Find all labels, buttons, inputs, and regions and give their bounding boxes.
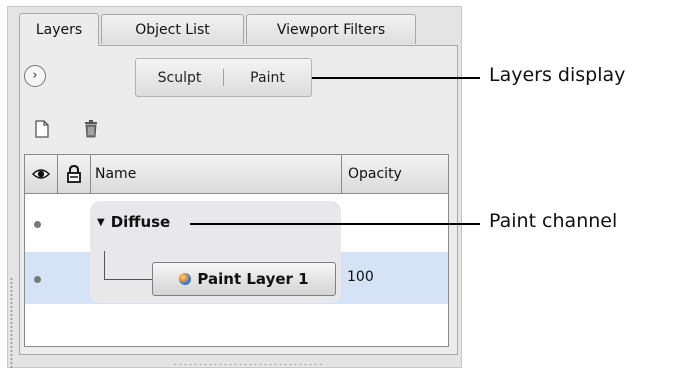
tree-line — [104, 279, 152, 280]
callout-line — [312, 77, 480, 79]
visibility-dot[interactable] — [34, 221, 41, 228]
callout-paint-channel: Paint channel — [489, 210, 618, 232]
paint-button[interactable]: Paint — [224, 59, 311, 96]
new-document-icon[interactable] — [33, 119, 51, 139]
layer-name-button[interactable]: Paint Layer 1 — [152, 262, 336, 296]
sculpt-button[interactable]: Sculpt — [136, 59, 223, 96]
resize-grip-bottom[interactable] — [173, 363, 323, 367]
tab-object-list[interactable]: Object List — [101, 14, 244, 44]
resize-grip-left[interactable] — [10, 277, 13, 369]
callout-line — [190, 223, 480, 225]
channel-name: Diffuse — [110, 213, 171, 231]
callout-layers-display: Layers display — [489, 64, 626, 86]
eye-icon — [32, 169, 50, 179]
lock-icon — [67, 165, 81, 183]
name-column-header[interactable]: Name — [91, 155, 342, 193]
opacity-column-header[interactable]: Opacity — [342, 155, 449, 193]
visibility-dot[interactable] — [34, 276, 41, 283]
table-header: Name Opacity — [25, 155, 448, 194]
layer-table: Name Opacity ▼ Diffuse Paint Layer 1 100 — [24, 154, 449, 347]
lock-column-header[interactable] — [58, 155, 91, 193]
layer-name: Paint Layer 1 — [197, 270, 309, 288]
tab-layers[interactable]: Layers — [19, 13, 99, 46]
tree-line — [104, 251, 105, 280]
chevron-right-circle-icon[interactable]: › — [24, 65, 46, 87]
opacity-value[interactable]: 100 — [347, 269, 374, 285]
sculpt-paint-toggle: Sculpt Paint — [135, 58, 312, 97]
paint-sphere-icon — [179, 273, 192, 285]
trash-icon[interactable] — [82, 119, 100, 139]
expand-triangle-icon[interactable]: ▼ — [97, 217, 105, 228]
visibility-column-header[interactable] — [25, 155, 58, 193]
table-row[interactable]: ▼ Diffuse — [97, 213, 170, 231]
tab-viewport-filters[interactable]: Viewport Filters — [246, 14, 416, 44]
